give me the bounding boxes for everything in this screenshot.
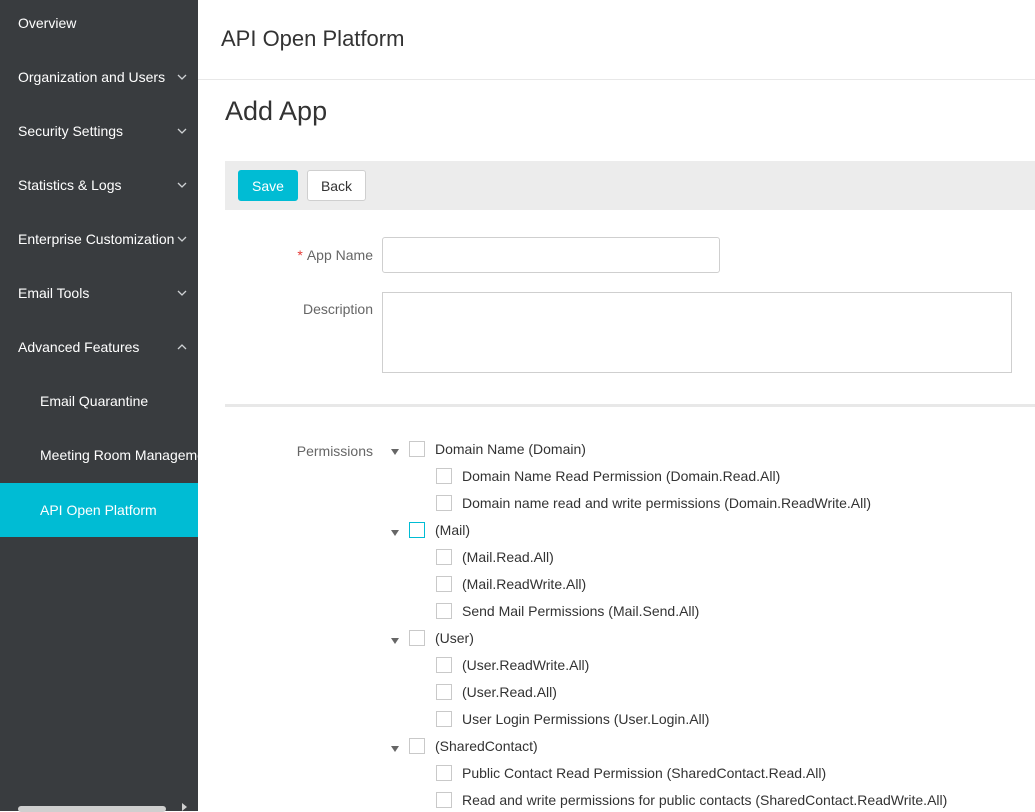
permission-group-checkbox[interactable] [409, 630, 425, 646]
permission-group-label: (SharedContact) [435, 738, 538, 754]
sidebar-item-label: Organization and Users [18, 69, 166, 85]
sidebar-item-label: API Open Platform [40, 502, 157, 518]
permission-checkbox[interactable] [436, 684, 452, 700]
sidebar: Overview Organization and Users Security… [0, 0, 198, 812]
permissions-label: Permissions [296, 443, 373, 459]
permission-label: Public Contact Read Permission (SharedCo… [462, 765, 827, 781]
chevron-up-icon [177, 344, 187, 350]
expand-toggle-icon[interactable] [391, 449, 399, 455]
permission-label: (User.ReadWrite.All) [462, 657, 590, 673]
sidebar-item-overview[interactable]: Overview [0, 0, 198, 50]
sidebar-item-label: Security Settings [18, 123, 124, 139]
sidebar-item-meeting-room-management[interactable]: Meeting Room Manageme [0, 428, 198, 482]
scroll-right-arrow-icon[interactable] [182, 803, 187, 811]
permission-checkbox[interactable] [436, 765, 452, 781]
back-button[interactable]: Back [307, 170, 366, 201]
permission-label: (Mail.Read.All) [462, 549, 554, 565]
app-name-label-text: App Name [306, 247, 373, 263]
permission-label: (Mail.ReadWrite.All) [462, 576, 587, 592]
sidebar-item-security-settings[interactable]: Security Settings [0, 104, 198, 158]
permission-checkbox[interactable] [436, 495, 452, 511]
chevron-down-icon [177, 182, 187, 188]
permission-label: (User.Read.All) [462, 684, 557, 700]
sidebar-item-advanced-features[interactable]: Advanced Features [0, 320, 198, 374]
expand-toggle-icon[interactable] [391, 530, 399, 536]
required-mark: * [297, 247, 303, 263]
sidebar-item-email-tools[interactable]: Email Tools [0, 266, 198, 320]
sidebar-item-label: Overview [18, 15, 77, 31]
permission-group-checkbox[interactable] [409, 441, 425, 457]
section-divider [225, 404, 1035, 407]
chevron-down-icon [177, 290, 187, 296]
permission-group-label: (Mail) [435, 522, 470, 538]
header-title: API Open Platform [221, 26, 405, 51]
app-name-label: * App Name [290, 247, 373, 263]
chevron-down-icon [177, 74, 187, 80]
permission-label: Read and write permissions for public co… [462, 792, 948, 808]
permission-label: Domain name read and write permissions (… [462, 495, 872, 511]
sidebar-item-api-open-platform[interactable]: API Open Platform [0, 483, 198, 537]
sidebar-item-label: Meeting Room Manageme [40, 447, 198, 463]
permission-checkbox[interactable] [436, 657, 452, 673]
permission-checkbox[interactable] [436, 549, 452, 565]
sidebar-item-label: Advanced Features [18, 339, 140, 355]
permission-label: Domain Name Read Permission (Domain.Read… [462, 468, 781, 484]
permission-checkbox[interactable] [436, 468, 452, 484]
save-button[interactable]: Save [238, 170, 298, 201]
sidebar-item-organization-and-users[interactable]: Organization and Users [0, 50, 198, 104]
permission-checkbox[interactable] [436, 711, 452, 727]
sidebar-item-enterprise-customization[interactable]: Enterprise Customization [0, 212, 198, 266]
chevron-down-icon [177, 128, 187, 134]
page-title: Add App [225, 96, 328, 126]
page-header: API Open Platform [198, 0, 1035, 80]
permission-group-checkbox[interactable] [409, 522, 425, 538]
permission-checkbox[interactable] [436, 576, 452, 592]
sidebar-item-label: Email Tools [18, 285, 90, 301]
sidebar-horizontal-scrollbar[interactable] [0, 801, 198, 812]
permission-checkbox[interactable] [436, 792, 452, 808]
permission-group-checkbox[interactable] [409, 738, 425, 754]
description-label: Description [302, 301, 373, 317]
permission-checkbox[interactable] [436, 603, 452, 619]
scrollbar-thumb[interactable] [18, 806, 166, 812]
description-textarea[interactable] [382, 292, 1012, 373]
permission-label: Send Mail Permissions (Mail.Send.All) [462, 603, 700, 619]
chevron-down-icon [177, 236, 187, 242]
permission-label: User Login Permissions (User.Login.All) [462, 711, 710, 727]
expand-toggle-icon[interactable] [391, 746, 399, 752]
app-name-input[interactable] [382, 237, 720, 273]
permission-group-label: (User) [435, 630, 474, 646]
permission-group-label: Domain Name (Domain) [435, 441, 586, 457]
sidebar-item-label: Statistics & Logs [18, 177, 122, 193]
sidebar-item-statistics-logs[interactable]: Statistics & Logs [0, 158, 198, 212]
sidebar-item-email-quarantine[interactable]: Email Quarantine [0, 374, 198, 428]
expand-toggle-icon[interactable] [391, 638, 399, 644]
sidebar-item-label: Email Quarantine [40, 393, 149, 409]
action-toolbar: Save Back [225, 161, 1035, 210]
sidebar-item-label: Enterprise Customization [18, 231, 175, 247]
